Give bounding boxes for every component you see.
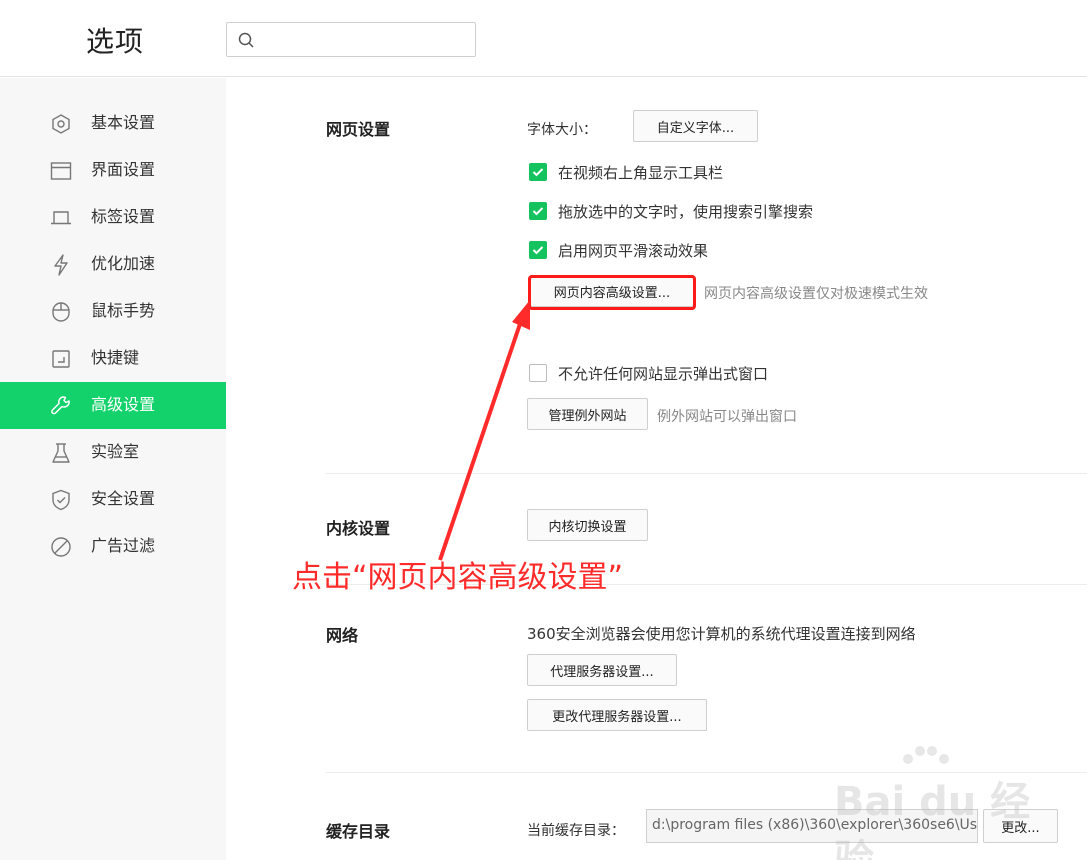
header: 选项 [0, 0, 1087, 77]
sidebar-item-adfilter[interactable]: 广告过滤 [0, 523, 226, 570]
sidebar-item-optimize[interactable]: 优化加速 [0, 241, 226, 288]
window-icon [50, 160, 72, 182]
checkbox-video-toolbar[interactable]: 在视频右上角显示工具栏 [529, 162, 723, 182]
font-size-label: 字体大小： [527, 122, 597, 138]
checkbox-drag-search[interactable]: 拖放选中的文字时，使用搜索引擎搜索 [529, 201, 813, 221]
checkbox-label: 不允许任何网站显示弹出式窗口 [558, 364, 769, 383]
checkbox-checked[interactable] [529, 163, 547, 181]
checkbox-smooth-scroll[interactable]: 启用网页平滑滚动效果 [529, 240, 708, 260]
sidebar-item-label: 高级设置 [91, 395, 156, 414]
sidebar-item-mouse[interactable]: 鼠标手势 [0, 288, 226, 335]
sidebar-item-label: 快捷键 [91, 348, 140, 367]
checkbox-block-popups[interactable]: 不允许任何网站显示弹出式窗口 [529, 363, 768, 383]
flask-icon [50, 442, 72, 464]
checkmark-icon [532, 207, 544, 216]
settings-panel: 网页设置 字体大小： 自定义字体... 在视频右上角显示工具栏 拖放选中的文字时… [226, 78, 1087, 860]
sidebar-item-label: 标签设置 [91, 207, 156, 226]
search-box[interactable] [226, 22, 476, 57]
change-proxy-button[interactable]: 更改代理服务器设置... [527, 699, 707, 731]
search-icon [238, 32, 254, 48]
wrench-icon [50, 395, 72, 417]
section-title-webpage: 网页设置 [326, 120, 391, 139]
lightning-icon [50, 254, 72, 276]
manage-exceptions-button[interactable]: 管理例外网站 [527, 398, 648, 430]
annotation-text: 点击“网页内容高级设置” [292, 560, 624, 595]
section-title-network: 网络 [326, 626, 359, 645]
shield-icon [50, 489, 72, 511]
kernel-switch-button[interactable]: 内核切换设置 [527, 509, 648, 541]
checkbox-checked[interactable] [529, 202, 547, 220]
cache-dir-label: 当前缓存目录： [527, 823, 625, 839]
custom-font-button[interactable]: 自定义字体... [633, 110, 758, 142]
search-input[interactable] [261, 27, 469, 52]
divider [326, 473, 1087, 474]
checkbox-checked[interactable] [529, 241, 547, 259]
section-title-cache: 缓存目录 [326, 822, 391, 841]
mouse-icon [50, 301, 72, 323]
checkbox-unchecked[interactable] [529, 364, 547, 382]
baidu-watermark: Bai du 经验 [834, 745, 1034, 860]
sidebar-item-shortcut[interactable]: 快捷键 [0, 335, 226, 382]
sidebar-item-basic[interactable]: 基本设置 [0, 100, 226, 147]
watermark-text: Bai du 经验 [834, 779, 1031, 860]
sidebar-item-interface[interactable]: 界面设置 [0, 147, 226, 194]
sidebar-item-label: 实验室 [91, 442, 140, 461]
sidebar-item-advanced[interactable]: 高级设置 [0, 382, 226, 429]
sidebar-item-tabs[interactable]: 标签设置 [0, 194, 226, 241]
sidebar-item-label: 界面设置 [91, 160, 156, 179]
shortcut-icon [50, 348, 72, 370]
page-title: 选项 [86, 25, 145, 58]
checkmark-icon [532, 246, 544, 255]
sidebar-item-label: 广告过滤 [91, 536, 156, 555]
advanced-content-settings-button[interactable]: 网页内容高级设置... [530, 276, 694, 307]
sidebar-item-security[interactable]: 安全设置 [0, 476, 226, 523]
sidebar-item-label: 鼠标手势 [91, 301, 156, 320]
proxy-settings-button[interactable]: 代理服务器设置... [527, 654, 677, 686]
checkbox-label: 在视频右上角显示工具栏 [558, 163, 724, 182]
sidebar: 基本设置 界面设置 标签设置 优化加速 鼠标手势 快捷键 高级设置 实验室 安全… [0, 78, 226, 860]
advanced-content-hint: 网页内容高级设置仅对极速模式生效 [704, 286, 928, 302]
network-description: 360安全浏览器会使用您计算机的系统代理设置连接到网络 [527, 625, 916, 643]
checkmark-icon [532, 168, 544, 177]
sidebar-item-lab[interactable]: 实验室 [0, 429, 226, 476]
sidebar-item-label: 基本设置 [91, 113, 156, 132]
sidebar-item-label: 优化加速 [91, 254, 156, 273]
checkbox-label: 启用网页平滑滚动效果 [558, 241, 709, 260]
exceptions-hint: 例外网站可以弹出窗口 [657, 409, 797, 425]
sidebar-item-label: 安全设置 [91, 489, 156, 508]
tab-icon [50, 207, 72, 229]
hexagon-icon [50, 113, 72, 135]
ban-icon [50, 536, 72, 558]
section-title-kernel: 内核设置 [326, 519, 391, 538]
checkbox-label: 拖放选中的文字时，使用搜索引擎搜索 [558, 202, 814, 221]
